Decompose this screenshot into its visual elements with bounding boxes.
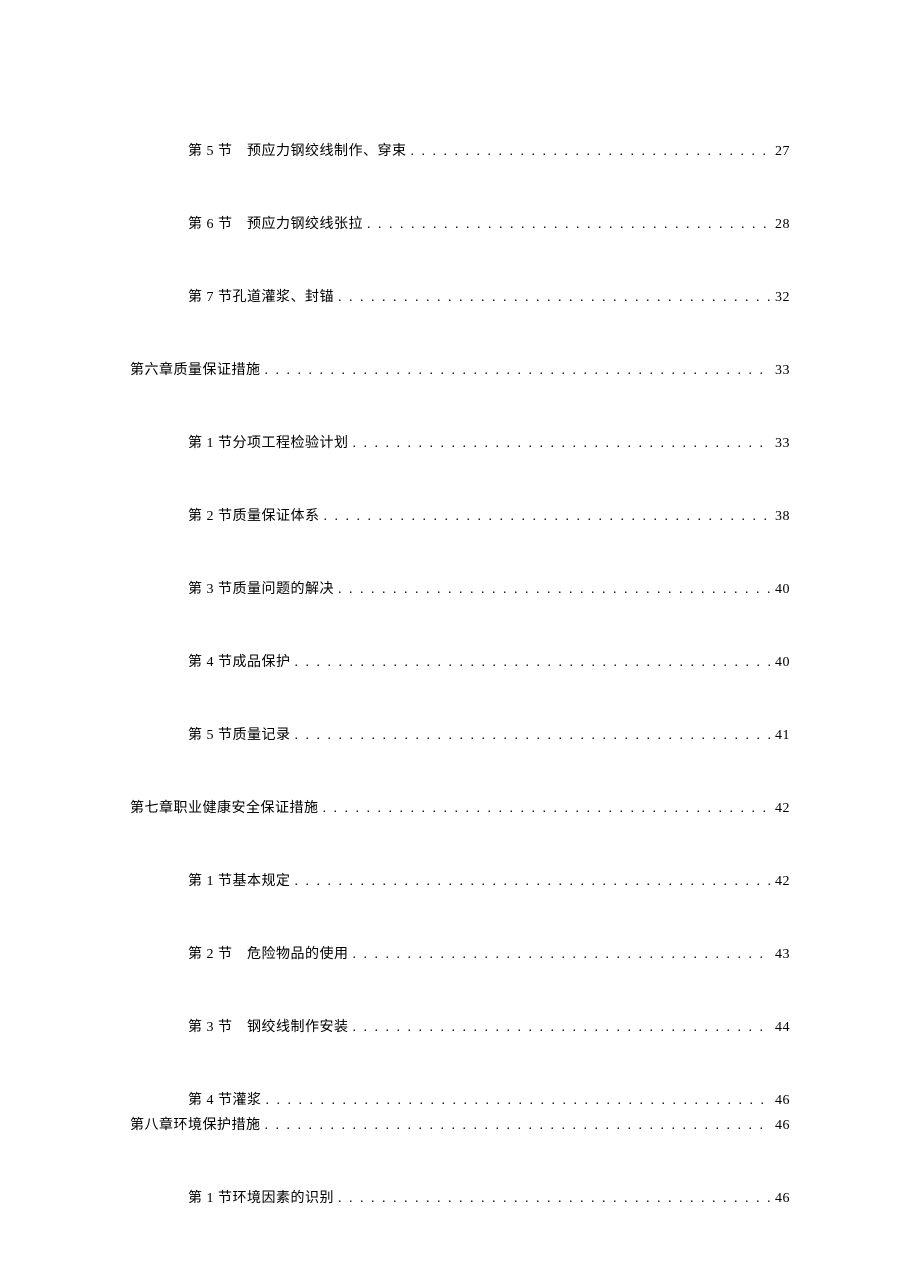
toc-page-number: 32 <box>771 290 790 306</box>
toc-entry: 第 4 节成品保护 40 <box>130 651 790 671</box>
table-of-contents: 第 5 节 预应力钢绞线制作、穿束 27 第 6 节 预应力钢绞线张拉 28 第 7 节… <box>130 140 790 1207</box>
toc-leader <box>295 728 772 744</box>
toc-label: 第 2 节 危险物品的使用 <box>188 943 353 963</box>
toc-leader <box>338 1191 771 1207</box>
toc-label: 第六章质量保证措施 <box>130 359 265 379</box>
toc-entry: 第七章职业健康安全保证措施 42 <box>130 797 790 817</box>
toc-page-number: 33 <box>771 436 790 452</box>
toc-label: 第七章职业健康安全保证措施 <box>130 797 323 817</box>
toc-page-number: 40 <box>771 655 790 671</box>
toc-entry: 第六章质量保证措施 33 <box>130 359 790 379</box>
toc-page-number: 27 <box>771 144 790 160</box>
toc-leader <box>324 509 772 525</box>
toc-entry: 第 5 节质量记录 41 <box>130 724 790 744</box>
toc-entry: 第 4 节灌浆 46 <box>130 1089 790 1109</box>
toc-leader <box>367 217 771 233</box>
toc-page-number: 44 <box>771 1020 790 1036</box>
toc-entry: 第 3 节质量问题的解决 40 <box>130 578 790 598</box>
toc-label: 第 1 节基本规定 <box>188 870 295 890</box>
toc-page-number: 40 <box>771 582 790 598</box>
toc-label: 第 5 节 预应力钢绞线制作、穿束 <box>188 140 411 160</box>
toc-label: 第 6 节 预应力钢绞线张拉 <box>188 213 367 233</box>
toc-leader <box>353 1020 772 1036</box>
toc-entry: 第 1 节分项工程检验计划 33 <box>130 432 790 452</box>
toc-leader <box>295 874 772 890</box>
toc-leader <box>353 436 772 452</box>
toc-label: 第 2 节质量保证体系 <box>188 505 324 525</box>
toc-leader <box>265 1118 772 1134</box>
toc-page-number: 46 <box>771 1191 790 1207</box>
toc-entry: 第 6 节 预应力钢绞线张拉 28 <box>130 213 790 233</box>
toc-leader <box>353 947 772 963</box>
toc-entry: 第 7 节孔道灌浆、封锚 32 <box>130 286 790 306</box>
toc-leader <box>338 290 771 306</box>
toc-leader <box>323 801 772 817</box>
toc-page-number: 42 <box>771 801 790 817</box>
toc-leader <box>265 363 772 379</box>
toc-leader <box>266 1093 772 1109</box>
toc-leader <box>338 582 771 598</box>
toc-page-number: 46 <box>771 1093 790 1109</box>
toc-label: 第 3 节质量问题的解决 <box>188 578 338 598</box>
toc-label: 第 5 节质量记录 <box>188 724 295 744</box>
toc-page-number: 41 <box>771 728 790 744</box>
toc-entry: 第 1 节环境因素的识别 46 <box>130 1187 790 1207</box>
toc-page-number: 28 <box>771 217 790 233</box>
toc-page-number: 33 <box>771 363 790 379</box>
toc-label: 第 7 节孔道灌浆、封锚 <box>188 286 338 306</box>
toc-label: 第八章环境保护措施 <box>130 1114 265 1134</box>
toc-page-number: 43 <box>771 947 790 963</box>
toc-label: 第 4 节灌浆 <box>188 1089 266 1109</box>
toc-leader <box>295 655 772 671</box>
toc-page-number: 42 <box>771 874 790 890</box>
toc-leader <box>411 144 772 160</box>
toc-entry: 第 2 节质量保证体系 38 <box>130 505 790 525</box>
toc-entry: 第八章环境保护措施 46 <box>130 1114 790 1134</box>
toc-entry: 第 3 节 钢绞线制作安装 44 <box>130 1016 790 1036</box>
toc-label: 第 1 节环境因素的识别 <box>188 1187 338 1207</box>
toc-entry: 第 1 节基本规定 42 <box>130 870 790 890</box>
toc-page-number: 38 <box>771 509 790 525</box>
toc-label: 第 4 节成品保护 <box>188 651 295 671</box>
toc-page-number: 46 <box>771 1118 790 1134</box>
toc-label: 第 3 节 钢绞线制作安装 <box>188 1016 353 1036</box>
toc-entry: 第 2 节 危险物品的使用 43 <box>130 943 790 963</box>
toc-label: 第 1 节分项工程检验计划 <box>188 432 353 452</box>
toc-entry: 第 5 节 预应力钢绞线制作、穿束 27 <box>130 140 790 160</box>
